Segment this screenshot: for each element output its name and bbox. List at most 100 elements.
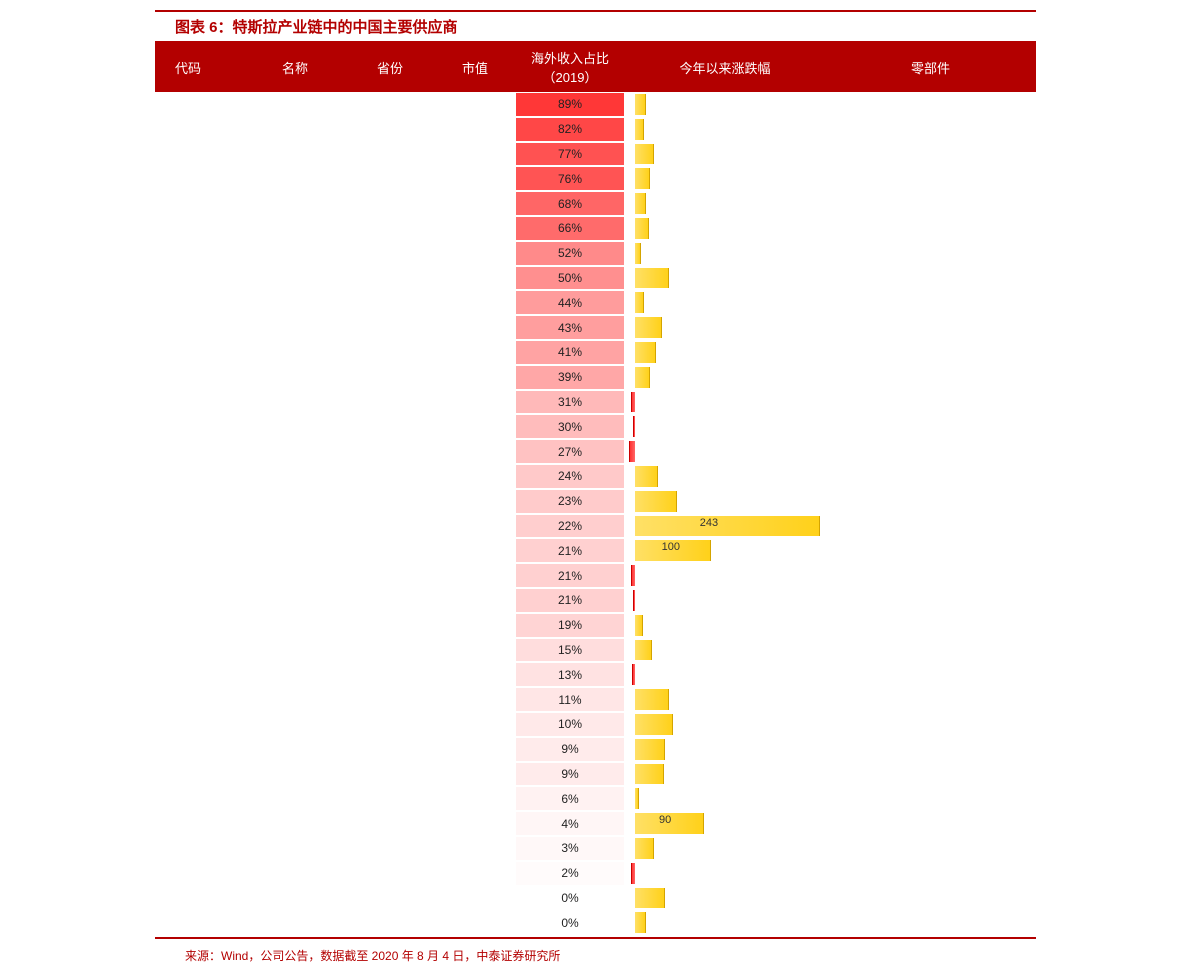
cell-ratio: 76%: [515, 166, 625, 191]
table-body: 89%82%77%76%68%66%52%50%44%43%41%39%31%3…: [155, 92, 1036, 935]
table-row: 3%: [155, 836, 1036, 861]
cell-chg: [625, 92, 825, 117]
hdr-chg: 今年以来涨跌幅: [625, 58, 825, 77]
table-row: 30%: [155, 414, 1036, 439]
cell-chg: [625, 216, 825, 241]
cell-chg: 100: [625, 538, 825, 563]
table-row: 21%: [155, 563, 1036, 588]
chart-title: 图表 6：特斯拉产业链中的中国主要供应商: [155, 10, 1036, 42]
table-header: 代码 名称 省份 市值 海外收入占比（2019） 今年以来涨跌幅 零部件: [155, 42, 1036, 92]
cell-chg: [625, 613, 825, 638]
cell-chg: [625, 662, 825, 687]
table-row: 11%: [155, 687, 1036, 712]
table-row: 13%: [155, 662, 1036, 687]
table-row: 44%: [155, 290, 1036, 315]
cell-ratio: 23%: [515, 489, 625, 514]
cell-chg: [625, 886, 825, 911]
cell-ratio: 82%: [515, 117, 625, 142]
cell-chg: [625, 290, 825, 315]
cell-chg: [625, 563, 825, 588]
cell-chg: [625, 786, 825, 811]
cell-ratio: 89%: [515, 92, 625, 117]
table-row: 0%: [155, 910, 1036, 935]
cell-ratio: 21%: [515, 563, 625, 588]
cell-chg: [625, 762, 825, 787]
table-row: 6%: [155, 786, 1036, 811]
cell-ratio: 15%: [515, 638, 625, 663]
cell-ratio: 50%: [515, 266, 625, 291]
hdr-code: 代码: [155, 58, 245, 77]
cell-chg: [625, 910, 825, 935]
cell-ratio: 0%: [515, 910, 625, 935]
cell-chg: [625, 836, 825, 861]
hdr-prov: 省份: [345, 58, 435, 77]
cell-chg: [625, 439, 825, 464]
cell-chg: [625, 142, 825, 167]
cell-ratio: 6%: [515, 786, 625, 811]
table-row: 15%: [155, 638, 1036, 663]
table-row: 4%90: [155, 811, 1036, 836]
cell-ratio: 4%: [515, 811, 625, 836]
hdr-name: 名称: [245, 58, 345, 77]
table-row: 52%: [155, 241, 1036, 266]
table-row: 31%: [155, 390, 1036, 415]
cell-ratio: 22%: [515, 514, 625, 539]
cell-ratio: 52%: [515, 241, 625, 266]
cell-chg: [625, 737, 825, 762]
table-row: 9%: [155, 737, 1036, 762]
table-row: 43%: [155, 315, 1036, 340]
table-row: 19%: [155, 613, 1036, 638]
table-row: 9%: [155, 762, 1036, 787]
table-row: 21%: [155, 588, 1036, 613]
cell-chg: 90: [625, 811, 825, 836]
hdr-ratio: 海外收入占比（2019）: [515, 48, 625, 86]
cell-ratio: 77%: [515, 142, 625, 167]
cell-ratio: 3%: [515, 836, 625, 861]
cell-ratio: 19%: [515, 613, 625, 638]
cell-chg: [625, 315, 825, 340]
cell-chg: [625, 166, 825, 191]
cell-chg: [625, 414, 825, 439]
cell-chg: [625, 638, 825, 663]
cell-chg: 243: [625, 514, 825, 539]
cell-chg: [625, 340, 825, 365]
cell-ratio: 66%: [515, 216, 625, 241]
table-row: 77%: [155, 142, 1036, 167]
cell-ratio: 21%: [515, 538, 625, 563]
table-row: 50%: [155, 266, 1036, 291]
cell-ratio: 2%: [515, 861, 625, 886]
cell-ratio: 9%: [515, 737, 625, 762]
cell-ratio: 13%: [515, 662, 625, 687]
cell-ratio: 9%: [515, 762, 625, 787]
cell-ratio: 27%: [515, 439, 625, 464]
cell-chg: [625, 687, 825, 712]
cell-chg: [625, 464, 825, 489]
table-row: 82%: [155, 117, 1036, 142]
cell-ratio: 43%: [515, 315, 625, 340]
cell-ratio: 41%: [515, 340, 625, 365]
table-row: 21%100: [155, 538, 1036, 563]
table-row: 89%: [155, 92, 1036, 117]
cell-chg: [625, 712, 825, 737]
table-row: 2%: [155, 861, 1036, 886]
table-row: 24%: [155, 464, 1036, 489]
table-row: 0%: [155, 886, 1036, 911]
cell-ratio: 0%: [515, 886, 625, 911]
hdr-mktcap: 市值: [435, 58, 515, 77]
cell-chg: [625, 588, 825, 613]
table-row: 22%243: [155, 514, 1036, 539]
table-row: 23%: [155, 489, 1036, 514]
source-text: 来源：Wind，公司公告，数据截至 2020 年 8 月 4 日，中泰证券研究所: [185, 947, 1036, 964]
cell-ratio: 10%: [515, 712, 625, 737]
cell-chg: [625, 241, 825, 266]
cell-chg: [625, 489, 825, 514]
cell-chg: [625, 861, 825, 886]
cell-chg: [625, 266, 825, 291]
cell-ratio: 21%: [515, 588, 625, 613]
cell-ratio: 44%: [515, 290, 625, 315]
table-row: 27%: [155, 439, 1036, 464]
cell-ratio: 31%: [515, 390, 625, 415]
cell-chg: [625, 117, 825, 142]
cell-ratio: 24%: [515, 464, 625, 489]
table-row: 66%: [155, 216, 1036, 241]
